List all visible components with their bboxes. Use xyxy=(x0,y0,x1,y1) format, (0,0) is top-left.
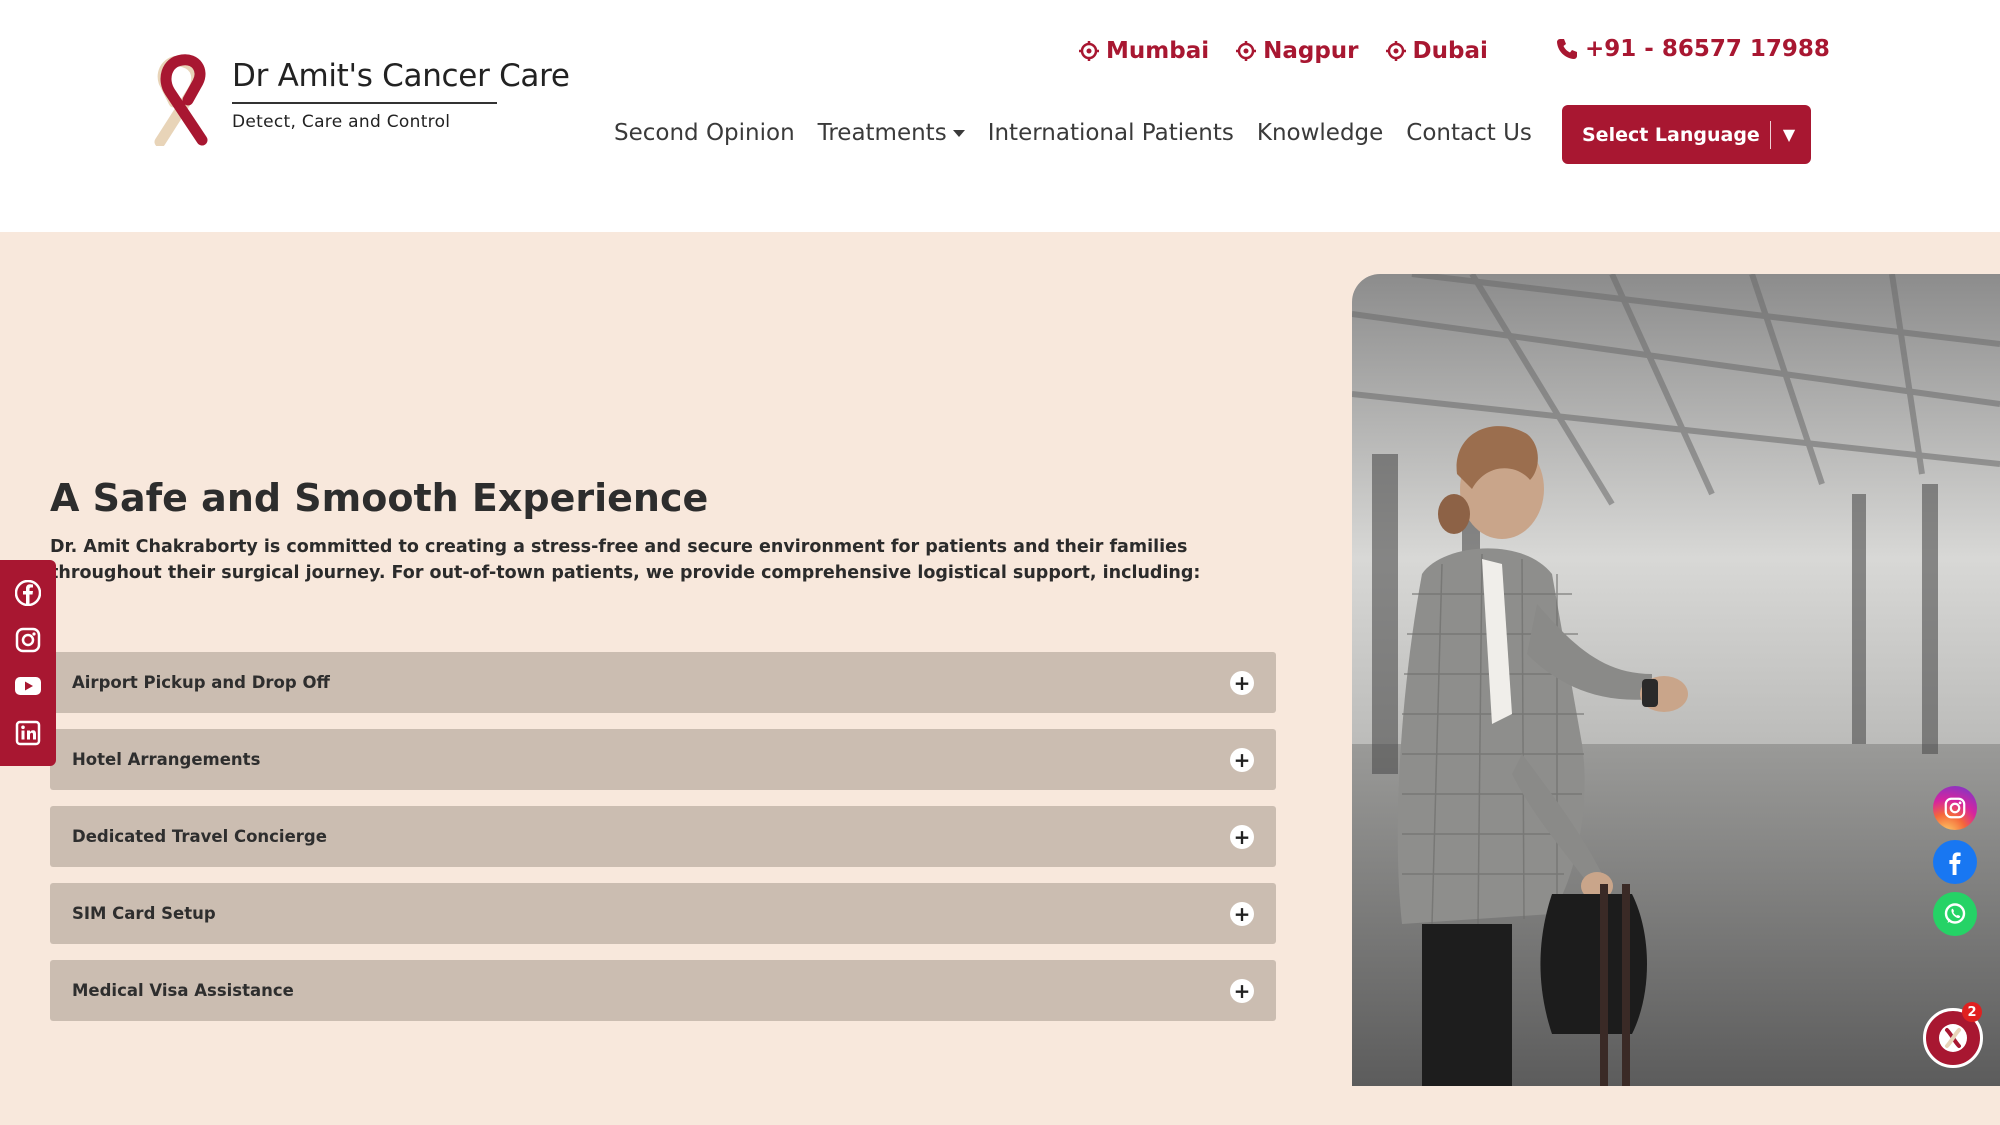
dropdown-arrow-icon: ▼ xyxy=(1782,125,1796,144)
location-nagpur[interactable]: Nagpur xyxy=(1235,38,1359,64)
plus-icon[interactable]: + xyxy=(1230,747,1254,772)
instagram-icon[interactable] xyxy=(14,626,42,654)
accordion-label: Medical Visa Assistance xyxy=(72,981,294,1000)
phone-icon xyxy=(1557,39,1577,59)
plus-icon[interactable]: + xyxy=(1230,978,1254,1003)
location-mumbai[interactable]: Mumbai xyxy=(1078,38,1209,64)
brand-logo[interactable]: Dr Amit's Cancer Care Detect, Care and C… xyxy=(140,52,570,152)
plus-icon[interactable]: + xyxy=(1230,824,1254,849)
accordion-label: SIM Card Setup xyxy=(72,904,216,923)
plus-icon[interactable]: + xyxy=(1230,670,1254,695)
location-pin-icon xyxy=(1385,41,1406,61)
site-header: Dr Amit's Cancer Care Detect, Care and C… xyxy=(0,0,2000,232)
section-heading: A Safe and Smooth Experience xyxy=(50,476,709,520)
brand-divider xyxy=(232,102,497,104)
plus-icon[interactable]: + xyxy=(1230,901,1254,926)
brand-tagline: Detect, Care and Control xyxy=(232,112,451,132)
nav-international-patients[interactable]: International Patients xyxy=(988,120,1234,146)
nav-label: Second Opinion xyxy=(614,120,795,146)
main-nav: Second Opinion Treatments International … xyxy=(614,116,1555,150)
accordion-item-hotel[interactable]: Hotel Arrangements + xyxy=(50,729,1276,790)
phone-link[interactable]: +91 - 86577 17988 xyxy=(1555,36,1830,62)
traveler-photo xyxy=(1352,274,2000,1086)
location-label: Dubai xyxy=(1412,38,1488,64)
youtube-icon[interactable] xyxy=(14,672,42,700)
location-label: Nagpur xyxy=(1263,38,1359,64)
instagram-icon[interactable] xyxy=(1933,786,1977,830)
location-list: Mumbai Nagpur Dubai xyxy=(1078,36,1514,66)
accordion-label: Airport Pickup and Drop Off xyxy=(72,673,330,692)
nav-label: Contact Us xyxy=(1406,120,1532,146)
accordion-item-sim-card[interactable]: SIM Card Setup + xyxy=(50,883,1276,944)
location-pin-icon xyxy=(1079,41,1099,61)
logistics-section: A Safe and Smooth Experience Dr. Amit Ch… xyxy=(0,232,2000,1125)
phone-number: +91 - 86577 17988 xyxy=(1585,36,1830,62)
nav-knowledge[interactable]: Knowledge xyxy=(1257,120,1383,146)
social-sidebar xyxy=(0,560,56,766)
nav-contact-us[interactable]: Contact Us xyxy=(1406,120,1532,146)
facebook-icon[interactable] xyxy=(1933,840,1977,884)
accordion-item-medical-visa[interactable]: Medical Visa Assistance + xyxy=(50,960,1276,1021)
location-pin-icon xyxy=(1236,41,1257,61)
language-divider xyxy=(1769,120,1771,149)
whatsapp-icon[interactable] xyxy=(1933,892,1977,936)
accordion-item-concierge[interactable]: Dedicated Travel Concierge + xyxy=(50,806,1276,867)
services-accordion: Airport Pickup and Drop Off + Hotel Arra… xyxy=(50,652,1276,1037)
select-language-button[interactable]: Select Language ▼ xyxy=(1562,105,1811,164)
location-dubai[interactable]: Dubai xyxy=(1385,38,1488,64)
language-label: Select Language xyxy=(1582,123,1760,146)
accordion-label: Dedicated Travel Concierge xyxy=(72,827,327,846)
location-label: Mumbai xyxy=(1106,38,1210,64)
linkedin-icon[interactable] xyxy=(14,719,42,747)
notification-badge: 2 xyxy=(1962,1002,1982,1022)
nav-treatments[interactable]: Treatments xyxy=(818,120,965,146)
accordion-label: Hotel Arrangements xyxy=(72,750,261,769)
brand-name: Dr Amit's Cancer Care xyxy=(232,58,570,94)
nav-label: International Patients xyxy=(987,120,1234,146)
facebook-icon[interactable] xyxy=(14,579,42,607)
nav-label: Treatments xyxy=(817,120,947,146)
ribbon-logo-icon xyxy=(154,54,208,146)
section-intro: Dr. Amit Chakraborty is committed to cre… xyxy=(50,537,1201,583)
accordion-item-airport-pickup[interactable]: Airport Pickup and Drop Off + xyxy=(50,652,1276,713)
caret-down-icon xyxy=(952,129,965,137)
nav-second-opinion[interactable]: Second Opinion xyxy=(614,120,795,146)
chat-icon xyxy=(1939,1024,1967,1052)
nav-label: Knowledge xyxy=(1256,120,1384,146)
traveler-illustration xyxy=(1352,274,2000,1086)
